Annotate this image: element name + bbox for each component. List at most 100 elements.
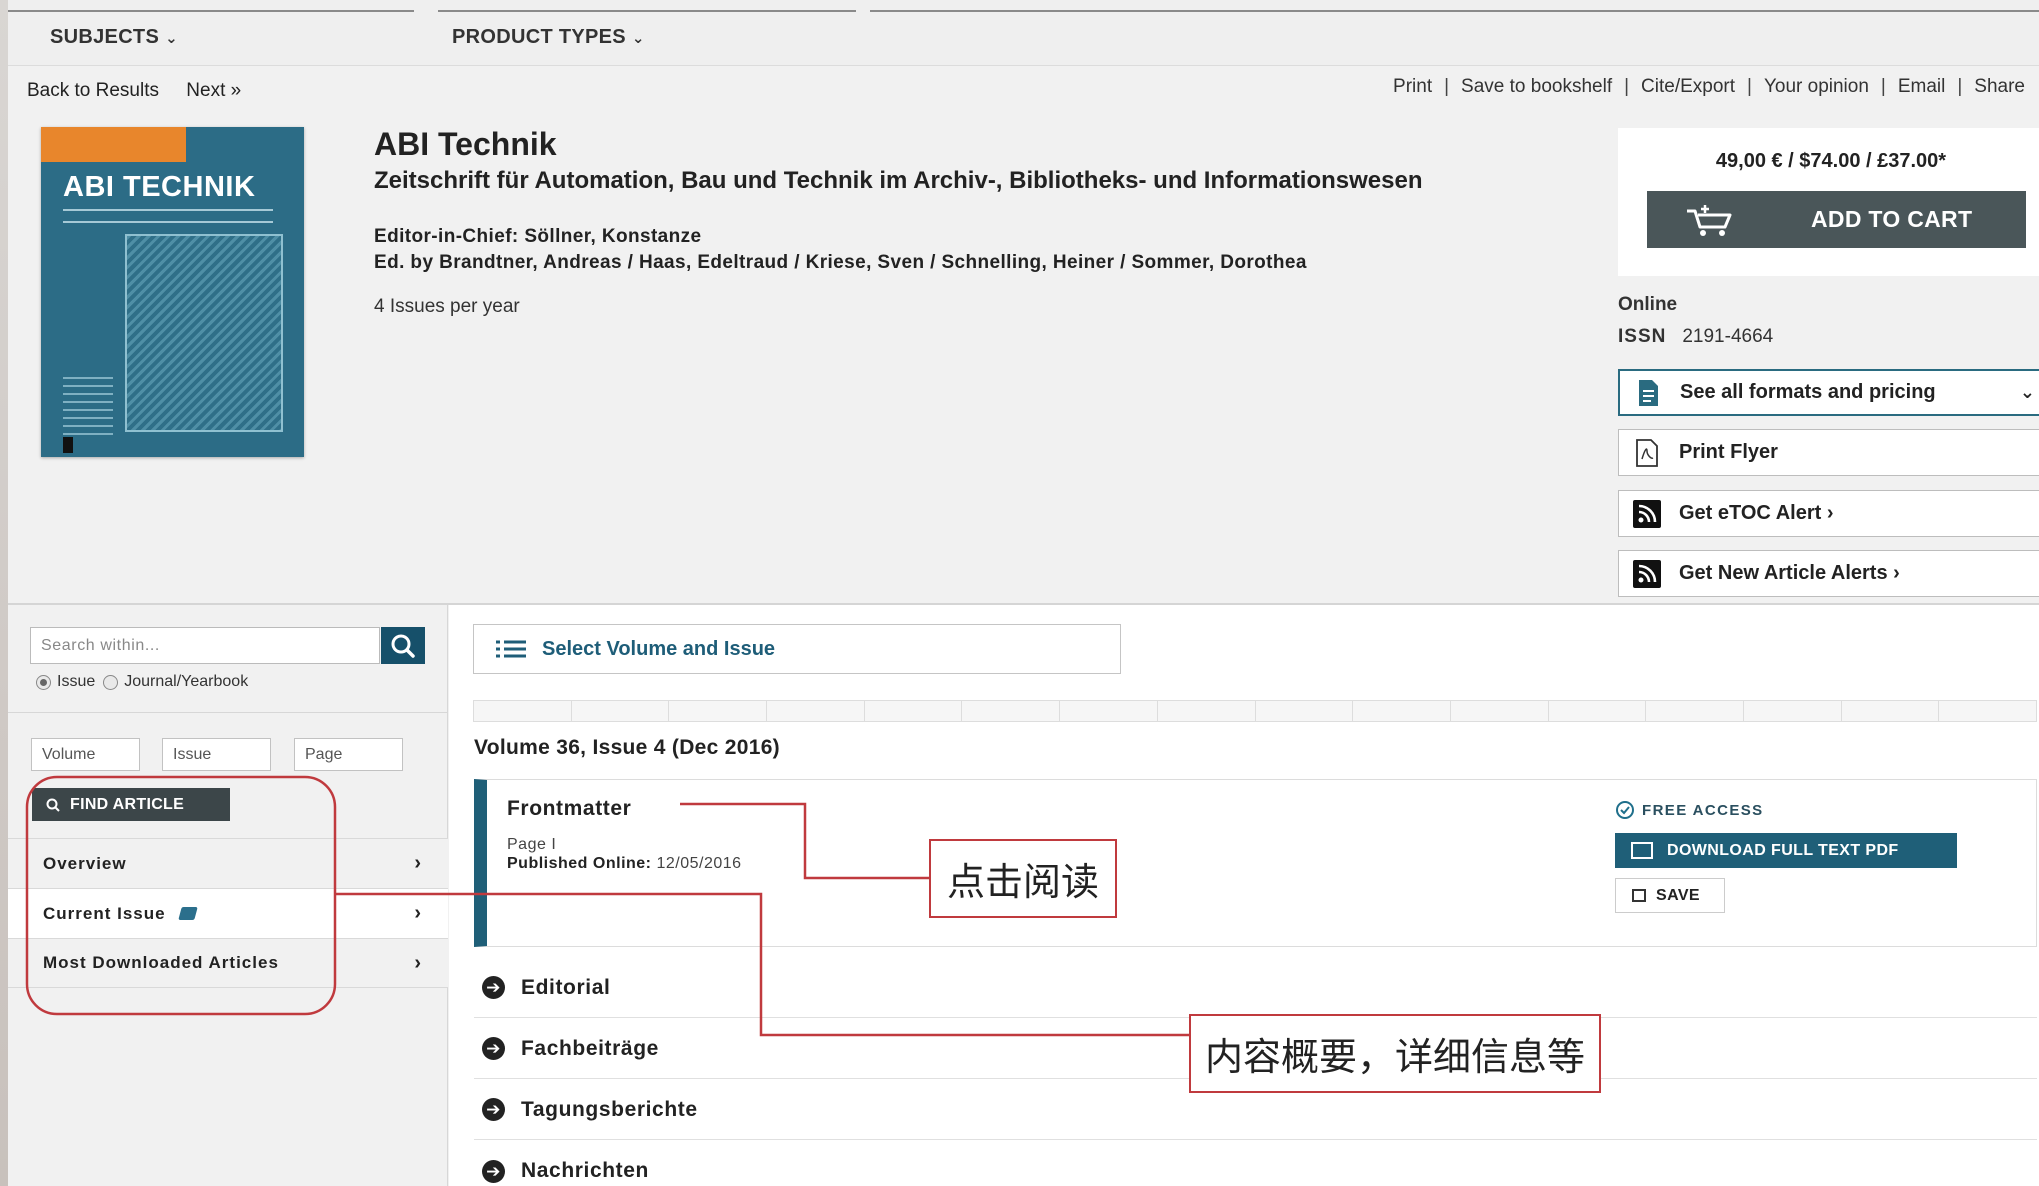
- volume-tab[interactable]: [1646, 701, 1744, 721]
- cart-icon: [1683, 203, 1737, 237]
- select-volume-button[interactable]: Select Volume and Issue: [473, 624, 1121, 674]
- subjects-label: SUBJECTS: [50, 26, 160, 48]
- new-article-alerts-button[interactable]: Get New Article Alerts ›: [1618, 550, 2039, 597]
- volume-tab[interactable]: [767, 701, 865, 721]
- cover-band: [186, 127, 304, 162]
- cover-barcode: [63, 437, 73, 453]
- article-page: Page I: [507, 836, 557, 853]
- next-link[interactable]: Next »: [186, 80, 241, 101]
- free-access-label: FREE ACCESS: [1642, 801, 1764, 819]
- volume-tab[interactable]: [1939, 701, 2036, 721]
- select-volume-label: Select Volume and Issue: [542, 637, 776, 660]
- find-article-button[interactable]: FIND ARTICLE: [32, 788, 230, 821]
- article-title[interactable]: Frontmatter: [507, 797, 631, 821]
- save-button[interactable]: SAVE: [1615, 878, 1725, 913]
- article-card: Frontmatter Page I Published Online: 12/…: [474, 779, 2037, 947]
- separator: |: [1747, 76, 1752, 97]
- journal-cover-image: ABI TECHNIK: [41, 127, 304, 457]
- new-article-alerts-label: Get New Article Alerts ›: [1679, 562, 1900, 584]
- journal-radio-label: Journal/Yearbook: [124, 673, 249, 690]
- nav-divider: [438, 10, 856, 12]
- volume-tab[interactable]: [1451, 701, 1549, 721]
- your-opinion-link[interactable]: Your opinion: [1764, 76, 1869, 98]
- annotation-content-summary: 内容概要，详细信息等: [1189, 1014, 1601, 1093]
- email-link[interactable]: Email: [1898, 76, 1946, 98]
- price: 49,00 € / $74.00 / £37.00*: [1715, 150, 1947, 172]
- download-pdf-label: DOWNLOAD FULL TEXT PDF: [1667, 841, 1899, 859]
- share-link[interactable]: Share: [1974, 76, 2025, 98]
- issn: ISSN 2191-4664: [1618, 326, 1773, 348]
- volume-tab[interactable]: [1842, 701, 1940, 721]
- volume-tab[interactable]: [474, 701, 572, 721]
- separator: |: [1957, 76, 1963, 97]
- add-to-cart-label: ADD TO CART: [1811, 206, 1973, 232]
- journal-radio[interactable]: [103, 674, 119, 690]
- volume-tab[interactable]: [1060, 701, 1158, 721]
- section-nachrichten[interactable]: ➔ Nachrichten: [474, 1141, 2037, 1186]
- sidebar-divider: [8, 712, 448, 713]
- nav-divider: [8, 10, 414, 12]
- separator: |: [1444, 76, 1450, 97]
- volume-tab[interactable]: [1158, 701, 1256, 721]
- cover-title: ABI TECHNIK: [63, 171, 256, 203]
- etoc-alert-label: Get eTOC Alert ›: [1679, 502, 1834, 524]
- print-link[interactable]: Print: [1393, 76, 1432, 98]
- separator: |: [1624, 76, 1630, 97]
- volume-tab[interactable]: [669, 701, 768, 721]
- sidebar-item-most-downloaded[interactable]: Most Downloaded Articles ›: [8, 938, 448, 988]
- page-field[interactable]: Page: [294, 738, 403, 771]
- document-icon: [1634, 379, 1662, 407]
- see-all-formats-button[interactable]: See all formats and pricing ⌄: [1618, 369, 2039, 416]
- find-article-label: FIND ARTICLE: [70, 795, 185, 813]
- volume-tab[interactable]: [1353, 701, 1451, 721]
- pdf-icon: [1633, 438, 1661, 467]
- product-types-menu[interactable]: PRODUCT TYPES ⌄: [452, 26, 645, 49]
- etoc-alert-button[interactable]: Get eTOC Alert ›: [1618, 490, 2039, 537]
- volume-tab[interactable]: [962, 701, 1061, 721]
- volume-tab[interactable]: [865, 701, 963, 721]
- annotation-click-to-read: 点击阅读: [929, 839, 1117, 918]
- volume-tab[interactable]: [1549, 701, 1647, 721]
- arrow-circle-icon: ➔: [482, 1037, 505, 1060]
- chevron-right-icon: ›: [414, 902, 422, 924]
- result-navigation: Back to Results Next »: [27, 80, 263, 102]
- article-published: Published Online: 12/05/2016: [507, 855, 742, 873]
- rss-icon: [1633, 559, 1661, 588]
- search-button[interactable]: [381, 627, 425, 664]
- print-flyer-button[interactable]: Print Flyer: [1618, 429, 2039, 476]
- journal-page: SUBJECTS ⌄ PRODUCT TYPES ⌄ Back to Results…: [8, 0, 2039, 1186]
- sidebar-item-overview[interactable]: Overview ›: [8, 838, 448, 888]
- search-input[interactable]: Search within...: [30, 627, 380, 664]
- back-to-results-link[interactable]: Back to Results: [27, 80, 159, 101]
- subjects-menu[interactable]: SUBJECTS ⌄: [50, 26, 178, 49]
- chevron-right-icon: ›: [414, 852, 422, 874]
- nav-divider: [870, 10, 2039, 12]
- issn-value: 2191-4664: [1682, 326, 1774, 347]
- volume-tab[interactable]: [1256, 701, 1354, 721]
- chevron-right-icon: ›: [414, 951, 422, 974]
- section-label: Nachrichten: [521, 1159, 649, 1182]
- volume-field[interactable]: Volume: [31, 738, 140, 771]
- arrow-circle-icon: ➔: [482, 1098, 505, 1121]
- sidebar-item-current-issue[interactable]: Current Issue ›: [8, 888, 448, 938]
- issue-radio-label: Issue: [57, 673, 96, 690]
- price-box: 49,00 € / $74.00 / £37.00* ADD TO CART: [1618, 128, 2039, 276]
- section-label: Fachbeiträge: [521, 1036, 659, 1060]
- search-icon: [46, 798, 60, 812]
- volume-tabs: [473, 700, 2037, 722]
- book-icon: [177, 907, 198, 920]
- format-label: Online: [1618, 294, 1678, 315]
- issue-radio[interactable]: [36, 674, 51, 690]
- volume-tab[interactable]: [572, 701, 670, 721]
- list-icon: [496, 640, 526, 658]
- volume-title: Volume 36, Issue 4 (Dec 2016): [474, 736, 780, 759]
- issue-field[interactable]: Issue: [162, 738, 271, 771]
- cite-export-link[interactable]: Cite/Export: [1641, 76, 1735, 98]
- section-editorial[interactable]: ➔ Editorial: [474, 958, 2037, 1018]
- top-navigation: SUBJECTS ⌄ PRODUCT TYPES ⌄: [8, 0, 2039, 66]
- add-to-cart-button[interactable]: ADD TO CART: [1647, 191, 2026, 248]
- download-pdf-button[interactable]: DOWNLOAD FULL TEXT PDF: [1615, 833, 1957, 868]
- save-label: SAVE: [1656, 886, 1700, 904]
- save-to-bookshelf-link[interactable]: Save to bookshelf: [1461, 76, 1612, 98]
- volume-tab[interactable]: [1744, 701, 1842, 721]
